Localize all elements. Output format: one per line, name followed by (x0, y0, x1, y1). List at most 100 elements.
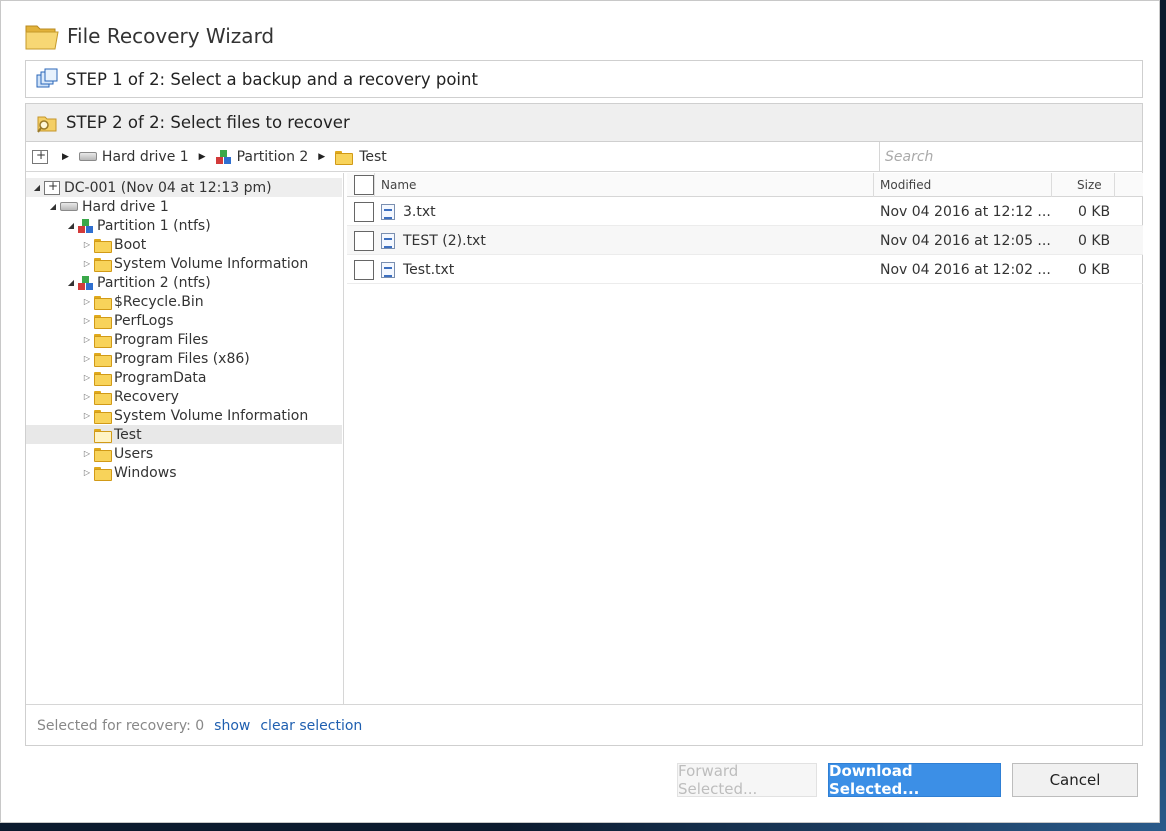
tree-item-partition-1[interactable]: ◢ Partition 1 (ntfs) (26, 216, 342, 235)
step-2-header: STEP 2 of 2: Select files to recover (25, 103, 1143, 141)
recovery-panel: ▶ Hard drive 1 ▶ Partition 2 ▶ Test ◢ (25, 141, 1143, 746)
file-list-header: Name Modified Size (347, 173, 1143, 197)
search-folder-icon (37, 116, 57, 133)
computer-icon (44, 179, 60, 195)
expand-toggle-icon[interactable]: ◢ (48, 202, 58, 211)
tree-item-folder[interactable]: ▷ System Volume Information (26, 406, 342, 425)
search-input[interactable] (885, 148, 1135, 165)
dialog-title-bar: File Recovery Wizard (25, 19, 625, 53)
breadcrumb-hard-drive[interactable]: Hard drive 1 (78, 149, 189, 165)
tree-item-folder[interactable]: ▷ Users (26, 444, 342, 463)
folder-icon (94, 466, 112, 481)
row-checkbox[interactable] (354, 230, 374, 251)
expand-toggle-icon[interactable]: ▷ (82, 373, 92, 382)
expand-toggle-icon[interactable]: ▷ (82, 411, 92, 420)
folder-open-icon (94, 428, 112, 443)
search-box (879, 142, 1143, 172)
tree-item-partition-2[interactable]: ◢ Partition 2 (ntfs) (26, 273, 342, 292)
drive-icon (78, 152, 97, 161)
select-all-cell (347, 173, 375, 197)
folder-icon (94, 257, 112, 272)
file-name: 3.txt (403, 203, 436, 220)
file-modified: Nov 04 2016 at 12:02 ... (880, 261, 1051, 278)
expand-toggle-icon[interactable]: ◢ (66, 221, 76, 230)
tree-item-hard-drive[interactable]: ◢ Hard drive 1 (26, 197, 342, 216)
folder-icon (94, 295, 112, 310)
tree-item-folder[interactable]: ▷ Boot (26, 235, 342, 254)
drive-icon (60, 202, 78, 211)
select-all-checkbox[interactable] (354, 175, 374, 195)
expand-toggle-icon[interactable]: ▷ (82, 392, 92, 401)
selected-count-label: Selected for recovery: 0 (37, 717, 205, 734)
folder-icon (94, 371, 112, 386)
tree-item-folder[interactable]: ▷ Recovery (26, 387, 342, 406)
file-name: TEST (2).txt (403, 232, 486, 249)
text-file-icon (381, 232, 395, 249)
folder-tree: ◢ DC-001 (Nov 04 at 12:13 pm) ◢ Hard dri… (26, 173, 344, 704)
tree-item-folder[interactable]: ▷ PerfLogs (26, 311, 342, 330)
row-checkbox[interactable] (354, 201, 374, 222)
table-row[interactable]: TEST (2).txt Nov 04 2016 at 12:05 ... 0 … (347, 226, 1143, 255)
column-size[interactable]: Size (1052, 173, 1115, 197)
tree-item-folder[interactable]: ▷ ProgramData (26, 368, 342, 387)
dialog-title: File Recovery Wizard (67, 24, 275, 48)
tree-item-folder[interactable]: ▷ System Volume Information (26, 254, 342, 273)
expand-toggle-icon[interactable]: ▷ (82, 259, 92, 268)
expand-toggle-icon[interactable]: ▷ (82, 354, 92, 363)
chevron-right-icon: ▶ (62, 151, 69, 162)
row-checkbox[interactable] (354, 259, 374, 280)
chevron-right-icon: ▶ (198, 151, 206, 162)
expand-toggle-icon[interactable]: ◢ (32, 183, 42, 192)
tree-item-folder[interactable]: ▷ $Recycle.Bin (26, 292, 342, 311)
file-size: 0 KB (1078, 261, 1111, 278)
expand-toggle-icon[interactable]: ▷ (82, 468, 92, 477)
file-recovery-dialog: File Recovery Wizard STEP 1 of 2: Select… (0, 0, 1160, 823)
breadcrumb: ▶ Hard drive 1 ▶ Partition 2 ▶ Test (26, 142, 880, 172)
folder-icon (94, 390, 112, 405)
partition-icon (78, 218, 94, 234)
file-size: 0 KB (1078, 203, 1111, 220)
expand-toggle-icon[interactable]: ◢ (66, 278, 76, 287)
expand-toggle-icon[interactable]: ▷ (82, 240, 92, 249)
breadcrumb-partition[interactable]: Partition 2 (215, 149, 308, 165)
folder-icon (94, 447, 112, 462)
step-1-label: STEP 1 of 2: Select a backup and a recov… (66, 69, 478, 89)
folder-icon (94, 352, 112, 367)
expand-toggle-icon[interactable]: ▷ (82, 449, 92, 458)
computer-icon[interactable] (32, 148, 48, 164)
folder-open-icon (25, 25, 59, 50)
table-row[interactable]: Test.txt Nov 04 2016 at 12:02 ... 0 KB (347, 255, 1143, 284)
step-1-header[interactable]: STEP 1 of 2: Select a backup and a recov… (25, 60, 1143, 98)
expand-toggle-icon[interactable]: ▷ (82, 335, 92, 344)
folder-icon (94, 409, 112, 424)
file-modified: Nov 04 2016 at 12:05 ... (880, 232, 1051, 249)
cancel-button[interactable]: Cancel (1012, 763, 1138, 797)
text-file-icon (381, 203, 395, 220)
tree-item-folder[interactable]: ▷ Program Files (x86) (26, 349, 342, 368)
expand-toggle-icon[interactable]: ▷ (82, 297, 92, 306)
column-modified[interactable]: Modified (874, 173, 1052, 197)
table-row[interactable]: 3.txt Nov 04 2016 at 12:12 ... 0 KB (347, 197, 1143, 226)
show-selection-link[interactable]: show (214, 718, 250, 734)
folder-icon (94, 314, 112, 329)
expand-toggle-icon[interactable]: ▷ (82, 316, 92, 325)
folder-icon (335, 150, 354, 165)
partition-icon (215, 149, 232, 165)
folder-icon (94, 238, 112, 253)
file-list: Name Modified Size 3.txt Nov 04 2016 at … (347, 173, 1143, 704)
file-size: 0 KB (1078, 232, 1111, 249)
text-file-icon (381, 261, 395, 278)
selection-status-bar: Selected for recovery: 0 show clear sele… (26, 704, 1143, 746)
tree-item-folder-selected[interactable]: Test (26, 425, 342, 444)
column-name[interactable]: Name (375, 173, 874, 197)
tree-item-folder[interactable]: ▷ Program Files (26, 330, 342, 349)
tree-item-folder[interactable]: ▷ Windows (26, 463, 342, 482)
folder-icon (94, 333, 112, 348)
breadcrumb-folder[interactable]: Test (335, 149, 387, 165)
tree-item-root[interactable]: ◢ DC-001 (Nov 04 at 12:13 pm) (26, 178, 342, 197)
step-2-label: STEP 2 of 2: Select files to recover (66, 113, 350, 132)
forward-selected-button[interactable]: Forward Selected... (677, 762, 817, 798)
download-selected-button[interactable]: Download Selected... (828, 762, 1001, 798)
backup-copies-icon (36, 68, 58, 88)
clear-selection-link[interactable]: clear selection (260, 718, 362, 734)
